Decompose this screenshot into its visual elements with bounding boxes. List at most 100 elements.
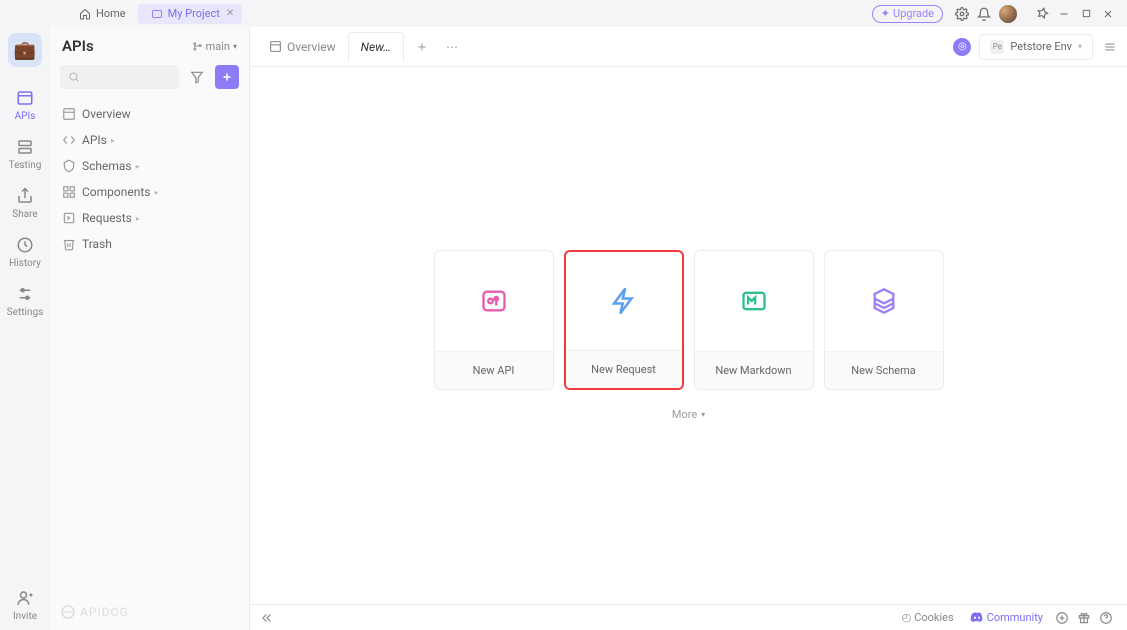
card-new-markdown[interactable]: New Markdown (694, 250, 814, 390)
help-icon[interactable] (1098, 611, 1114, 625)
sidebar-item-label: Requests (82, 211, 132, 225)
nav-apis-label: APIs (15, 111, 36, 122)
tab-overview[interactable]: Overview (256, 32, 348, 62)
sidebar-item-components[interactable]: Components ▸ (56, 179, 243, 205)
minimize-icon[interactable] (1056, 6, 1072, 22)
sidebar-item-requests[interactable]: Requests ▸ (56, 205, 243, 231)
nav-invite[interactable]: Invite (0, 581, 50, 630)
nav-history[interactable]: History (0, 228, 50, 277)
sidebar-item-label: Components (82, 185, 151, 199)
chevron-right-icon: ▸ (136, 162, 140, 171)
collapse-icon[interactable] (260, 611, 284, 625)
cookies-label: Cookies (914, 611, 953, 624)
upgrade-label: Upgrade (893, 7, 934, 20)
api-icon (62, 133, 76, 147)
sidebar-item-label: APIs (82, 133, 107, 147)
panel-menu-icon[interactable] (1099, 40, 1121, 54)
chevron-down-icon: ▾ (1078, 42, 1082, 51)
nav-share-label: Share (12, 209, 37, 220)
share-icon (16, 187, 34, 205)
sidebar-item-trash[interactable]: Trash (56, 231, 243, 257)
tab-label: Overview (287, 40, 336, 54)
overview-icon (62, 107, 76, 121)
chevron-down-icon: ▾ (233, 42, 237, 51)
status-bar: ◴ Cookies Community (250, 604, 1127, 630)
community-label: Community (987, 611, 1043, 624)
nav-settings-label: Settings (7, 307, 44, 318)
sidebar-item-apis[interactable]: APIs ▸ (56, 127, 243, 153)
search-input[interactable] (60, 65, 179, 89)
nav-apis[interactable]: APIs (0, 81, 50, 130)
nav-testing[interactable]: Testing (0, 130, 50, 179)
overview-icon (268, 40, 282, 54)
upgrade-button[interactable]: ✦ Upgrade (872, 5, 943, 23)
more-label: More (672, 408, 697, 421)
card-new-schema[interactable]: New Schema (824, 250, 944, 390)
history-icon (16, 236, 34, 254)
nav-share[interactable]: Share (0, 179, 50, 228)
card-label: New Request (566, 350, 682, 388)
card-label: New Schema (825, 351, 943, 389)
user-badge[interactable]: ◎ (953, 38, 971, 56)
pin-icon[interactable] (1034, 6, 1050, 22)
gift-icon[interactable] (1076, 611, 1092, 625)
add-button[interactable] (215, 65, 239, 89)
card-label: New API (435, 351, 553, 389)
tab-label: New… (361, 40, 391, 54)
testing-icon (16, 138, 34, 156)
chevron-down-icon: ▾ (701, 410, 705, 419)
branding: APIDOG (50, 594, 249, 630)
cookies-link[interactable]: ◴ Cookies (902, 611, 954, 624)
requests-icon (62, 211, 76, 225)
branch-label: main (206, 40, 230, 53)
more-tab-button[interactable]: ⋯ (440, 35, 464, 59)
branch-selector[interactable]: main ▾ (192, 40, 237, 53)
sidebar-item-overview[interactable]: Overview (56, 101, 243, 127)
nav-invite-label: Invite (13, 611, 37, 622)
avatar[interactable] (999, 5, 1017, 23)
project-tab-label: My Project (168, 7, 220, 20)
gear-icon[interactable] (954, 6, 970, 22)
bell-icon[interactable] (976, 6, 992, 22)
nav-settings[interactable]: Settings (0, 277, 50, 326)
tab-bar: Overview New… ⋯ ◎ Pe Petstore Env ▾ (250, 27, 1127, 67)
close-icon[interactable]: ✕ (226, 8, 234, 19)
nav-history-label: History (9, 258, 41, 269)
workspace-icon[interactable]: 💼 (8, 33, 42, 67)
invite-icon (16, 589, 34, 607)
sidebar-item-label: Schemas (82, 159, 132, 173)
env-tag: Pe (990, 40, 1004, 54)
left-nav: 💼 APIs Testing Share (0, 27, 50, 630)
schema-icon (62, 159, 76, 173)
more-button[interactable]: More ▾ (672, 408, 705, 421)
filter-button[interactable] (185, 65, 209, 89)
components-icon (62, 185, 76, 199)
sidebar-item-label: Overview (82, 107, 131, 121)
tab-new[interactable]: New… (348, 32, 404, 62)
community-link[interactable]: Community (970, 611, 1043, 625)
chevron-right-icon: ▸ (155, 188, 159, 197)
chevron-right-icon: ▸ (111, 136, 115, 145)
plus-circle-icon[interactable] (1054, 611, 1070, 625)
settings-icon (16, 285, 34, 303)
home-tab-label: Home (96, 7, 126, 20)
environment-selector[interactable]: Pe Petstore Env ▾ (979, 34, 1093, 60)
add-tab-button[interactable] (410, 35, 434, 59)
sidebar-title: APIs (62, 37, 192, 55)
project-icon (149, 6, 165, 22)
project-tab[interactable]: My Project ✕ (138, 4, 243, 24)
nav-testing-label: Testing (9, 160, 42, 171)
card-new-api[interactable]: New API (434, 250, 554, 390)
card-label: New Markdown (695, 351, 813, 389)
card-new-request[interactable]: New Request (564, 250, 684, 390)
cookie-icon: ◴ (902, 611, 912, 624)
sidebar: APIs main ▾ (50, 27, 250, 630)
sidebar-item-label: Trash (82, 237, 112, 251)
sidebar-item-schemas[interactable]: Schemas ▸ (56, 153, 243, 179)
home-tab[interactable]: Home (66, 4, 134, 24)
env-label: Petstore Env (1010, 40, 1072, 53)
content: Overview New… ⋯ ◎ Pe Petstore Env ▾ (250, 27, 1127, 630)
sparkle-icon: ✦ (881, 7, 890, 20)
close-window-icon[interactable] (1100, 6, 1116, 22)
maximize-icon[interactable] (1078, 6, 1094, 22)
